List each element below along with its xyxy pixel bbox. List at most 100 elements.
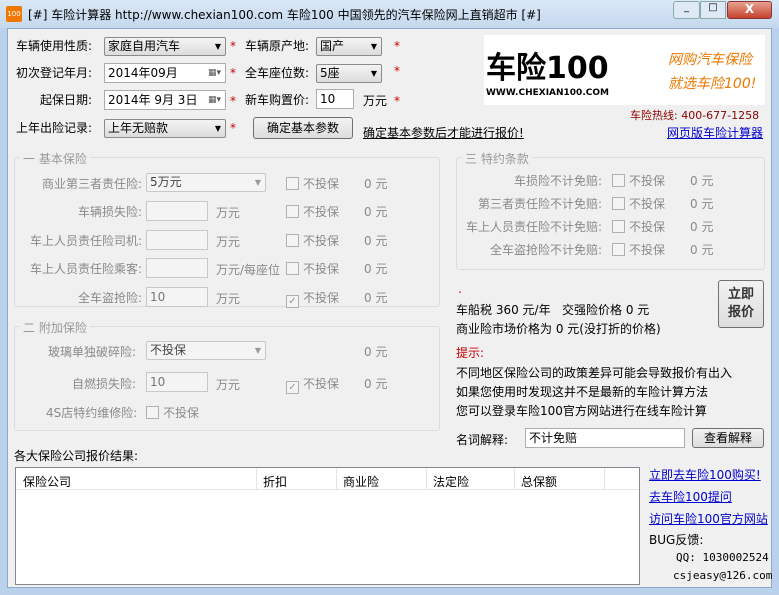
maximize-icon[interactable]: □ [700,1,726,19]
confirm-params-button[interactable]: 确定基本参数 [253,117,353,139]
price-input[interactable]: 10 [316,89,354,109]
special-row-checkbox[interactable]: 不投保 [612,172,665,189]
ask-link[interactable]: 去车险100提问 [649,488,732,505]
basic-row-input[interactable] [146,230,208,250]
basic-row-input[interactable] [146,258,208,278]
history-label: 上年出险记录: [16,121,93,135]
tip-title: 提示: [456,346,485,360]
seats-label: 全车座位数: [245,66,310,80]
checkbox-checked-icon: ✓ [286,295,299,308]
term-label: 名词解释: [456,433,509,447]
basic-row-price: 0 元 [364,291,388,305]
checkbox-label: 不投保 [629,243,666,257]
basic-row-unit: 万元 [216,292,241,306]
basic-row-price: 0 元 [364,262,388,276]
basic-row-price: 0 元 [364,205,388,219]
term-input[interactable]: 不计免赔 [525,428,685,448]
special-row-checkbox[interactable]: 不投保 [612,218,665,235]
special-row-price: 0 元 [690,197,714,211]
column-header-total[interactable]: 总保额 [521,473,557,490]
checkbox-label: 不投保 [303,262,340,276]
fire-price: 0 元 [364,377,388,391]
origin-select[interactable]: 国产 ▼ [316,37,382,56]
origin-value: 国产 [320,39,345,53]
price-unit: 万元 [363,94,388,108]
calendar-icon[interactable]: ▦▾ [208,91,221,109]
third-party-select[interactable]: 5万元 ▼ [146,173,266,192]
basic-row-checkbox[interactable]: 不投保 [286,260,339,277]
basic-row-input[interactable]: 10 [146,287,208,307]
chevron-down-icon: ▼ [254,346,261,355]
basic-row-checkbox[interactable]: 不投保 [286,203,339,220]
checkbox-label: 不投保 [629,174,666,188]
history-value: 上年无赔款 [108,121,169,135]
buy-link[interactable]: 立即去车险100购买! [649,466,761,483]
fire-input[interactable]: 10 [146,372,208,392]
seats-select[interactable]: 5座 ▼ [316,64,382,83]
column-header-discount[interactable]: 折扣 [263,473,287,490]
checkbox-icon [286,177,299,190]
checkbox-icon [612,174,625,187]
required-star: * [394,39,400,53]
glass-value: 不投保 [150,343,187,357]
basic-row-label: 车上人员责任险乘客: [29,262,142,276]
calendar-icon[interactable]: ▦▾ [208,64,221,82]
chevron-down-icon: ▼ [214,42,221,51]
usage-label: 车辆使用性质: [16,39,93,53]
basic-row-unit: 万元/每座位 [216,263,281,277]
special-row-label: 第三者责任险不计免赔: [477,197,602,211]
web-calculator-link[interactable]: 网页版车险计算器 [667,124,763,141]
column-header-commercial[interactable]: 商业险 [343,473,379,490]
special-row-checkbox[interactable]: 不投保 [612,241,665,258]
chevron-down-icon: ▼ [370,69,377,78]
results-title: 各大保险公司报价结果: [14,449,139,463]
basic-row-checkbox[interactable]: ✓ 不投保 [286,289,339,308]
column-header-company[interactable]: 保险公司 [23,473,71,490]
shop-checkbox[interactable]: 不投保 [146,404,199,421]
logo-text: 车险100 [486,51,609,86]
glass-select[interactable]: 不投保 ▼ [146,341,266,360]
glass-price: 0 元 [364,345,388,359]
logo-url: WWW.CHEXIAN100.COM [486,88,609,98]
fire-check-label: 不投保 [303,377,340,391]
required-star: * [230,94,236,108]
reg-date-picker[interactable]: 2014年09月 ▦▾ [104,63,226,83]
checkbox-icon [612,197,625,210]
basic-row-price: 0 元 [364,177,388,191]
reg-value: 2014年09月 [108,66,178,80]
usage-select[interactable]: 家庭自用汽车 ▼ [104,37,226,56]
special-row-checkbox[interactable]: 不投保 [612,195,665,212]
checkbox-icon [146,406,159,419]
ad-banner[interactable]: 车险100 WWW.CHEXIAN100.COM 网购汽车保险 就选车险100! [484,35,765,105]
required-star: * [230,66,236,80]
close-icon[interactable]: X [727,1,772,19]
title-bar[interactable]: 100 [#] 车险计算器 http://www.chexian100.com … [0,0,779,28]
third-party-value: 5万元 [150,175,182,189]
basic-row-checkbox[interactable]: 不投保 [286,232,339,249]
checkbox-checked-icon: ✓ [286,381,299,394]
results-table[interactable]: 保险公司 折扣 商业险 法定险 总保额 [15,467,640,585]
basic-row-unit: 万元 [216,206,241,220]
quote-now-button[interactable]: 立即 报价 [718,280,764,328]
fire-checkbox[interactable]: ✓ 不投保 [286,375,339,394]
start-label: 起保日期: [40,93,93,107]
special-row-price: 0 元 [690,220,714,234]
slogan-1: 网购汽车保险 [668,52,752,68]
visit-site-link[interactable]: 访问车险100官方网站 [649,510,768,527]
history-select[interactable]: 上年无赔款 ▼ [104,119,226,138]
column-divider [256,468,257,490]
confirm-hint-link[interactable]: 确定基本参数后才能进行报价! [363,124,524,141]
start-date-picker[interactable]: 2014年 9月 3日 ▦▾ [104,90,226,110]
checkbox-icon [286,262,299,275]
special-row-price: 0 元 [690,243,714,257]
basic-row-unit: 万元 [216,235,241,249]
minimize-icon[interactable]: _ [673,1,700,19]
tip-line: 不同地区保险公司的政策差异可能会导致报价有出入 [456,366,733,380]
chevron-down-icon: ▼ [370,42,377,51]
checkbox-icon [286,205,299,218]
basic-row-input[interactable] [146,201,208,221]
view-explanation-button[interactable]: 查看解释 [692,428,764,448]
checkbox-icon [612,243,625,256]
column-header-statutory[interactable]: 法定险 [433,473,469,490]
basic-row-checkbox[interactable]: 不投保 [286,175,339,192]
